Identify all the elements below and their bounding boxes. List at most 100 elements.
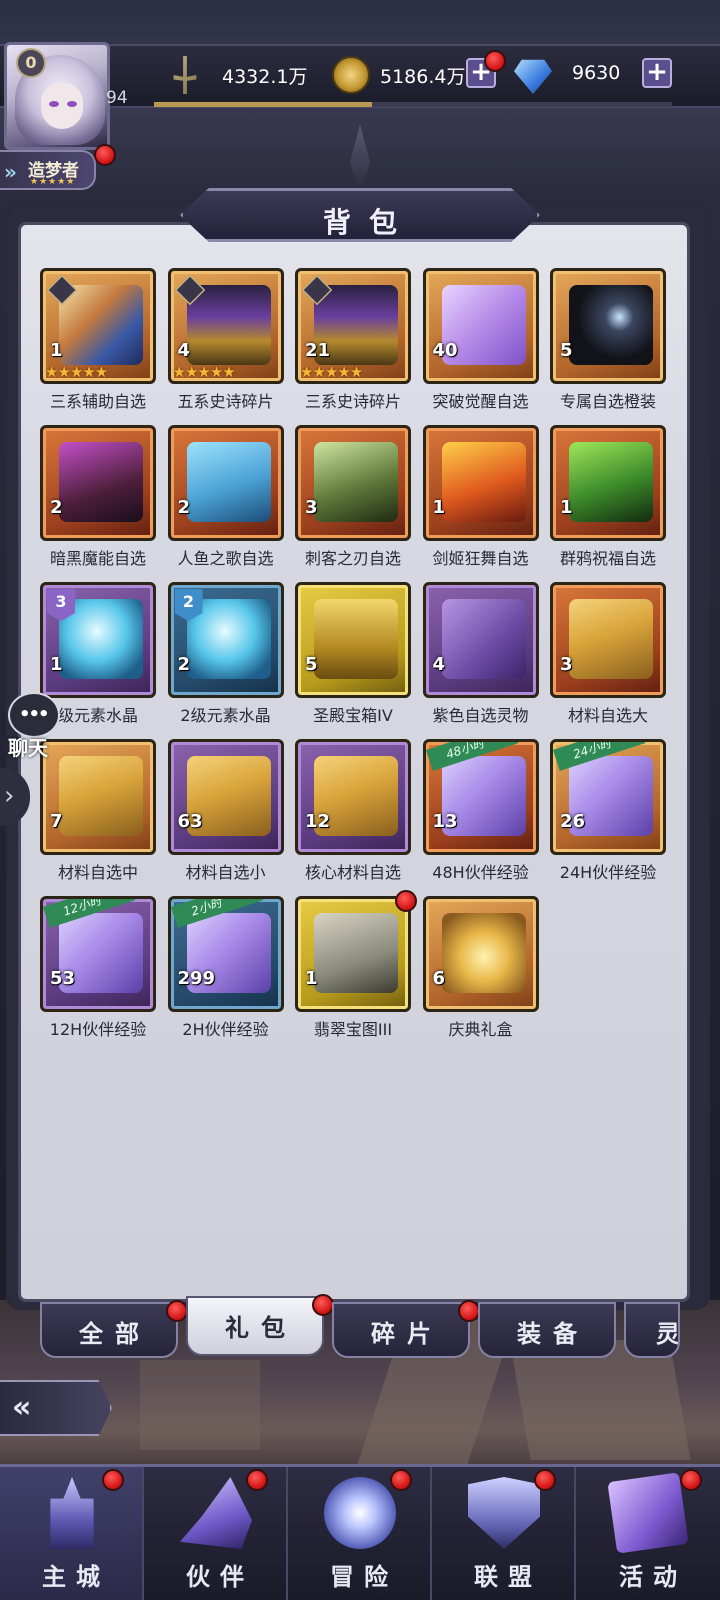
inventory-item[interactable]: 1 群鸦祝福自选 (550, 425, 666, 568)
nav-notification-dot (246, 1469, 268, 1491)
item-name: 三系史诗碎片 (304, 392, 401, 411)
item-count: 4 (432, 654, 446, 675)
cards-icon (607, 1472, 689, 1554)
item-tile: 21 ★★★★★ (295, 268, 411, 384)
inventory-item[interactable]: 63 材料自选小 (167, 739, 284, 882)
nav-label: 伙伴 (186, 1563, 254, 1591)
item-name: 庆典礼盒 (448, 1020, 513, 1039)
nav-alliance[interactable]: 联盟 (432, 1467, 576, 1600)
item-count: 21 (305, 340, 331, 361)
vip-level-badge: 0 (16, 48, 46, 78)
inventory-item[interactable]: 48小时 13 48H伙伴经验 (422, 739, 539, 882)
item-count: 5 (305, 654, 318, 675)
inventory-item[interactable]: 12小时 53 12H伙伴经验 (40, 896, 156, 1039)
hero-portrait-icon (569, 442, 653, 522)
item-name: 暗黑魔能自选 (49, 549, 146, 568)
item-name: 2H伙伴经验 (182, 1020, 269, 1039)
item-count: 1 (560, 497, 573, 518)
item-tile: 5 (295, 582, 411, 698)
item-tile: 3 (550, 582, 666, 698)
page-title: 背包 (322, 206, 415, 239)
inventory-item[interactable]: 3 刺客之刃自选 (295, 425, 411, 568)
item-tile: 2 (167, 425, 284, 541)
title-notification-dot (94, 144, 116, 166)
nav-label: 活动 (619, 1563, 687, 1591)
star-rating: ★★★★★ (172, 363, 236, 381)
inventory-item[interactable]: 1 ★★★★★ 三系辅助自选 (40, 268, 156, 411)
inventory-item[interactable]: 2 暗黑魔能自选 (40, 425, 156, 568)
inventory-item[interactable]: 4 紫色自选灵物 (422, 582, 539, 725)
inventory-item[interactable]: 24小时 26 24H伙伴经验 (550, 739, 666, 882)
player-title-tag[interactable]: » 造梦者 ★★★★★ (0, 150, 96, 190)
nav-notification-dot (102, 1469, 124, 1491)
item-name: 材料自选小 (185, 863, 266, 882)
item-tile: 2小时 299 (167, 896, 284, 1012)
inventory-item[interactable]: 6 庆典礼盒 (422, 896, 539, 1039)
player-level: 94 (106, 88, 128, 108)
gold-coin-icon (332, 56, 370, 94)
item-count: 5 (560, 340, 573, 361)
panel-header: 背包 (180, 188, 540, 242)
item-count: 6 (432, 968, 446, 989)
chat-label: 聊天 (8, 736, 48, 760)
epic-chest-icon (186, 285, 271, 365)
inventory-item[interactable]: 2小时 299 2H伙伴经验 (167, 896, 284, 1039)
star-rating: ★★★★★ (45, 363, 108, 381)
item-tile: 1 (422, 425, 539, 541)
inventory-item[interactable]: 21 ★★★★★ 三系史诗碎片 (295, 268, 411, 411)
back-button[interactable]: « (0, 1380, 112, 1436)
item-tile: 6 (422, 896, 539, 1012)
material-box-icon (569, 599, 653, 679)
item-count: 40 (432, 340, 458, 361)
item-tile: 5 (550, 268, 666, 384)
inventory-item[interactable]: 5 专属自选橙装 (550, 268, 666, 411)
add-diamond-button[interactable]: + (642, 58, 672, 88)
item-name: 24H伙伴经验 (559, 863, 657, 882)
nav-adventure[interactable]: 冒险 (288, 1467, 432, 1600)
item-name: 突破觉醒自选 (432, 392, 529, 411)
item-name: 材料自选中 (57, 863, 138, 882)
item-tile: 22 (167, 582, 284, 698)
nav-label: 冒险 (330, 1563, 398, 1591)
item-name: 12H伙伴经验 (49, 1020, 147, 1039)
item-name: 2级元素水晶 (180, 706, 271, 725)
inventory-item[interactable]: 12 核心材料自选 (295, 739, 411, 882)
item-tile: 12 (295, 739, 411, 855)
inventory-item[interactable]: 3 材料自选大 (550, 582, 666, 725)
inventory-item[interactable]: 7 材料自选中 (40, 739, 156, 882)
inventory-item[interactable]: 5 圣殿宝箱IV (295, 582, 411, 725)
item-tile: 2 (40, 425, 156, 541)
tab-equipment[interactable]: 装备 (478, 1302, 616, 1358)
inventory-item[interactable]: 4 ★★★★★ 五系史诗碎片 (167, 268, 284, 411)
hero-portrait-icon (186, 442, 271, 522)
item-name: 核心材料自选 (304, 863, 401, 882)
item-count: 1 (50, 654, 63, 675)
inventory-item[interactable]: 1 翡翠宝图III (295, 890, 417, 1039)
item-count: 2 (177, 654, 191, 675)
item-count: 3 (305, 497, 318, 518)
nav-events[interactable]: 活动 (576, 1467, 720, 1600)
tab-gift-pack[interactable]: 礼包 (186, 1294, 334, 1356)
tab-spirit[interactable]: 灵 (624, 1302, 680, 1358)
item-tile: 1 (550, 425, 666, 541)
hero-portrait-icon (441, 442, 526, 522)
chat-button[interactable]: ••• 聊天 (4, 692, 64, 760)
nav-main-city[interactable]: 主城 (0, 1467, 144, 1600)
item-name: 紫色自选灵物 (432, 706, 529, 725)
item-tile: 48小时 13 (422, 739, 539, 855)
sword-icon (173, 56, 197, 94)
back-arrow-icon: « (12, 1390, 32, 1425)
item-name: 三系辅助自选 (49, 392, 146, 411)
magnifier-silhouette-icon (569, 285, 653, 365)
nav-notification-dot (534, 1469, 556, 1491)
inventory-item[interactable]: 2 2 2级元素水晶 (167, 582, 284, 725)
tab-fragments[interactable]: 碎片 (332, 1300, 480, 1358)
inventory-item[interactable]: 2 人鱼之歌自选 (167, 425, 284, 568)
tab-all[interactable]: 全部 (40, 1300, 188, 1358)
gold-value: 5186.4万 (380, 66, 466, 88)
nav-partners[interactable]: 伙伴 (144, 1467, 288, 1600)
inventory-item[interactable]: 40 突破觉醒自选 (422, 268, 539, 411)
inventory-item[interactable]: 1 剑姬狂舞自选 (422, 425, 539, 568)
item-count: 3 (560, 654, 573, 675)
item-count: 13 (432, 811, 458, 832)
